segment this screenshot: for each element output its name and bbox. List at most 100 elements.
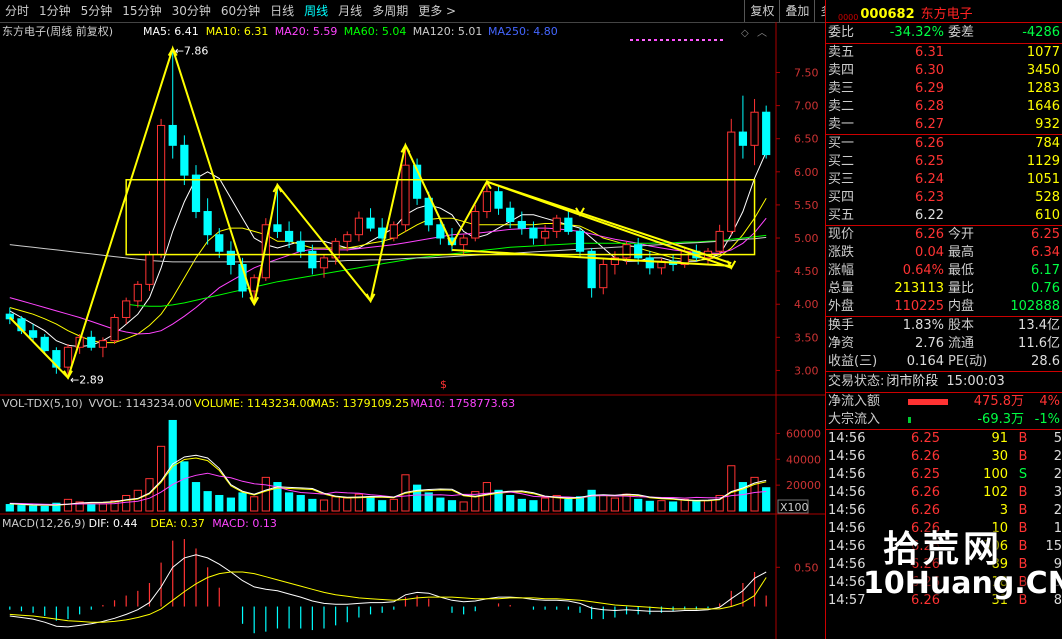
candle[interactable] [215,228,224,258]
volume-bar[interactable] [98,503,108,512]
volume-bar[interactable] [727,465,736,512]
volume-bar[interactable] [284,492,294,512]
bids-row[interactable]: 买三 6.24 1051 [826,171,1062,189]
volume-bar[interactable] [529,500,538,512]
candle[interactable] [750,98,759,166]
volume-bar[interactable] [28,505,38,512]
volume-bar[interactable] [389,498,398,512]
volume-bar[interactable] [366,496,375,512]
volume-bar[interactable] [564,498,573,512]
candle[interactable] [354,211,364,242]
volume-bar[interactable] [657,500,666,512]
candle[interactable] [226,241,236,275]
volume-bar[interactable] [331,496,340,512]
candle[interactable] [366,208,375,232]
candle[interactable] [727,118,736,235]
candle[interactable] [145,251,154,291]
stock-name[interactable]: 东方电子 [921,3,973,22]
candle[interactable] [389,221,398,242]
volume-bar[interactable] [5,504,14,512]
candle[interactable] [564,211,573,235]
volume-bar[interactable] [319,499,329,512]
volume-bar[interactable] [587,489,596,512]
candle[interactable] [424,191,433,232]
volume-bar[interactable] [482,482,492,512]
volume-bar[interactable] [203,491,212,512]
volume-bar[interactable] [343,497,352,512]
candle[interactable] [506,201,515,229]
volume-bar[interactable] [634,498,643,512]
candle[interactable] [5,307,14,325]
volume-bar[interactable] [459,501,468,512]
chevron-up-icon[interactable]: ︿ [757,28,767,39]
volume-bar[interactable] [540,497,550,512]
volume-bar[interactable] [610,497,620,512]
volume-bar[interactable] [436,497,445,512]
candle[interactable] [657,257,666,275]
candle[interactable] [575,228,585,258]
candle[interactable] [762,105,771,159]
period-tab-3[interactable]: 15分钟 [117,0,166,22]
volume-bar[interactable] [412,484,422,512]
volume-bar[interactable] [250,496,259,512]
candle[interactable] [191,165,201,219]
volume-bar[interactable] [191,482,201,512]
volume-bar[interactable] [575,496,585,512]
tick-list[interactable]: 14:56 6.25 91 B 5 14:56 6.26 30 B 2 14:56 6.25 100 S 2… [826,429,1062,610]
diamond-icon[interactable]: ◇ [741,28,749,39]
period-tab-4[interactable]: 30分钟 [167,0,216,22]
asks-row[interactable]: 卖四 6.30 3450 [826,62,1062,80]
volume-bar[interactable] [599,494,608,512]
volume-bar[interactable] [308,498,317,512]
toolbar-button-1[interactable]: 叠加 [779,0,814,22]
volume-bar[interactable] [506,494,515,512]
period-tab-5[interactable]: 60分钟 [216,0,265,22]
bids-row[interactable]: 买四 6.23 528 [826,189,1062,207]
period-tab-6[interactable]: 日线 [265,0,299,22]
volume-bar[interactable] [215,494,224,512]
candle[interactable] [98,337,108,358]
volume-bar[interactable] [238,492,247,512]
candle[interactable] [715,224,724,255]
candle[interactable] [52,347,61,374]
asks-row[interactable]: 卖二 6.28 1646 [826,98,1062,116]
volume-bar[interactable] [17,505,26,512]
toolbar-button-0[interactable]: 复权 [744,0,779,22]
volume-bar[interactable] [517,498,526,512]
volume-bar[interactable] [378,500,387,512]
candle[interactable] [203,198,212,245]
asks-row[interactable]: 卖一 6.27 932 [826,116,1062,134]
volume-bar[interactable] [261,476,270,512]
volume-bar[interactable] [762,487,771,512]
volume-bar[interactable] [668,501,678,512]
candle[interactable] [436,218,445,245]
candle[interactable] [168,48,177,159]
candle[interactable] [599,257,608,295]
volume-bar[interactable] [424,492,433,512]
stock-code[interactable]: 000682 [860,7,914,22]
candle[interactable] [494,185,503,215]
candle[interactable] [587,247,596,298]
volume-bar[interactable] [447,500,457,512]
volume-bar[interactable] [296,494,305,512]
period-tab-10[interactable]: 更多 > [413,0,461,22]
candle[interactable] [738,95,748,159]
period-tab-2[interactable]: 5分钟 [76,0,118,22]
asks-row[interactable]: 卖五 6.31 1077 [826,44,1062,62]
period-tab-7[interactable]: 周线 [299,0,333,22]
bids-row[interactable]: 买二 6.25 1129 [826,153,1062,171]
candle[interactable] [471,204,480,242]
volume-bar[interactable] [63,498,73,512]
candle[interactable] [552,214,561,239]
volume-bar[interactable] [226,497,236,512]
volume-bar[interactable] [692,500,701,512]
bids-row[interactable]: 买五 6.22 610 [826,207,1062,225]
candle[interactable] [180,135,189,186]
volume-bar[interactable] [40,505,49,512]
period-tab-8[interactable]: 月线 [333,0,367,22]
volume-bar[interactable] [680,498,689,512]
candle[interactable] [122,297,131,325]
candle[interactable] [110,314,119,344]
candle[interactable] [87,330,96,351]
period-tab-9[interactable]: 多周期 [367,0,413,22]
